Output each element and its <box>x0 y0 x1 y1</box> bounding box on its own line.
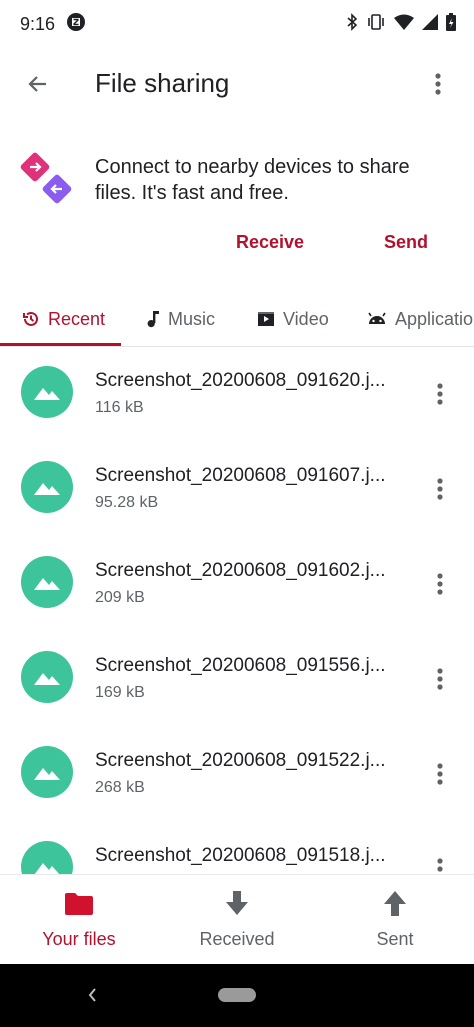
more-vert-icon <box>437 573 443 595</box>
list-item[interactable]: Screenshot_20200608_091620.j... 116 kB <box>0 346 474 441</box>
tab-applications[interactable]: Applications <box>367 292 474 346</box>
share-actions: Receive Send <box>0 226 474 266</box>
status-bar: 9:16 <box>0 0 474 48</box>
image-icon <box>21 651 73 703</box>
file-size: 116 kB <box>95 399 144 416</box>
folder-icon <box>64 889 94 919</box>
tab-label: Music <box>168 308 216 329</box>
more-vert-icon <box>437 478 443 500</box>
file-menu-button[interactable] <box>420 659 460 699</box>
more-vert-icon <box>437 858 443 872</box>
status-time: 9:16 <box>20 13 56 34</box>
chevron-left-icon <box>88 988 96 1002</box>
download-icon <box>222 889 252 919</box>
back-button[interactable] <box>18 64 58 104</box>
file-menu-button[interactable] <box>420 469 460 509</box>
file-size: 169 kB <box>95 684 145 701</box>
send-button[interactable]: Send <box>384 232 428 253</box>
tab-label: Applications <box>395 308 474 329</box>
file-name: Screenshot_20200608_091620.j... <box>95 370 386 391</box>
list-item[interactable]: Screenshot_20200608_091602.j... 209 kB <box>0 536 474 631</box>
nav-received[interactable]: Received <box>158 875 316 965</box>
file-menu-button[interactable] <box>420 374 460 414</box>
system-navigation-bar <box>0 964 474 1027</box>
page-title: File sharing <box>95 68 230 98</box>
file-list: Screenshot_20200608_091620.j... 116 kB S… <box>0 346 474 874</box>
nav-sent[interactable]: Sent <box>316 875 474 965</box>
more-vert-icon <box>437 668 443 690</box>
share-promo: Connect to nearby devices to share files… <box>0 140 474 230</box>
nav-label: Received <box>199 929 275 949</box>
image-icon <box>21 366 73 418</box>
more-vert-icon <box>437 763 443 785</box>
battery-icon <box>446 12 456 36</box>
system-home-pill[interactable] <box>218 988 256 1002</box>
file-name: Screenshot_20200608_091518.j... <box>95 845 386 866</box>
file-size: 95.28 kB <box>95 494 159 511</box>
nearby-share-icon <box>20 150 76 206</box>
file-size: 268 kB <box>95 779 145 796</box>
upload-icon <box>380 889 410 919</box>
image-icon <box>21 841 73 874</box>
file-menu-button[interactable] <box>420 564 460 604</box>
vibrate-icon <box>366 13 386 36</box>
file-menu-button[interactable] <box>420 849 460 874</box>
android-icon <box>368 312 386 324</box>
tab-music[interactable]: Music <box>146 292 215 346</box>
file-name: Screenshot_20200608_091556.j... <box>95 655 386 676</box>
notification-icon <box>67 12 86 36</box>
history-icon <box>23 311 38 326</box>
list-item[interactable]: Screenshot_20200608_091518.j... <box>0 821 474 874</box>
wifi-icon <box>394 14 414 35</box>
list-item[interactable]: Screenshot_20200608_091522.j... 268 kB <box>0 726 474 821</box>
video-icon <box>258 312 274 326</box>
list-item[interactable]: Screenshot_20200608_091607.j... 95.28 kB <box>0 441 474 536</box>
receive-button[interactable]: Receive <box>236 232 304 253</box>
nav-label: Your files <box>42 929 116 949</box>
tab-recent[interactable]: Recent <box>22 292 105 346</box>
file-name: Screenshot_20200608_091522.j... <box>95 750 386 771</box>
bluetooth-icon <box>346 12 358 36</box>
tab-label: Video <box>283 308 329 329</box>
image-icon <box>21 556 73 608</box>
nav-your-files[interactable]: Your files <box>0 875 158 965</box>
image-icon <box>21 461 73 513</box>
file-size: 209 kB <box>95 589 145 606</box>
bottom-navigation: Your files Received Sent <box>0 874 474 965</box>
file-menu-button[interactable] <box>420 754 460 794</box>
promo-text: Connect to nearby devices to share files… <box>95 156 410 204</box>
tab-label: Recent <box>48 308 106 329</box>
image-icon <box>21 746 73 798</box>
list-item[interactable]: Screenshot_20200608_091556.j... 169 kB <box>0 631 474 726</box>
more-options-button[interactable] <box>418 64 458 104</box>
more-vert-icon <box>437 383 443 405</box>
arrow-back-icon <box>28 76 46 92</box>
more-vert-icon <box>435 73 441 95</box>
music-note-icon <box>147 311 159 328</box>
app-bar: File sharing <box>0 52 474 116</box>
file-name: Screenshot_20200608_091607.j... <box>95 465 386 486</box>
category-tabs: Recent Music Video Applications <box>0 292 474 347</box>
nav-label: Sent <box>376 929 414 949</box>
tab-video[interactable]: Video <box>257 292 329 346</box>
signal-icon <box>422 13 438 35</box>
system-back-button[interactable] <box>82 984 102 1006</box>
file-name: Screenshot_20200608_091602.j... <box>95 560 386 581</box>
